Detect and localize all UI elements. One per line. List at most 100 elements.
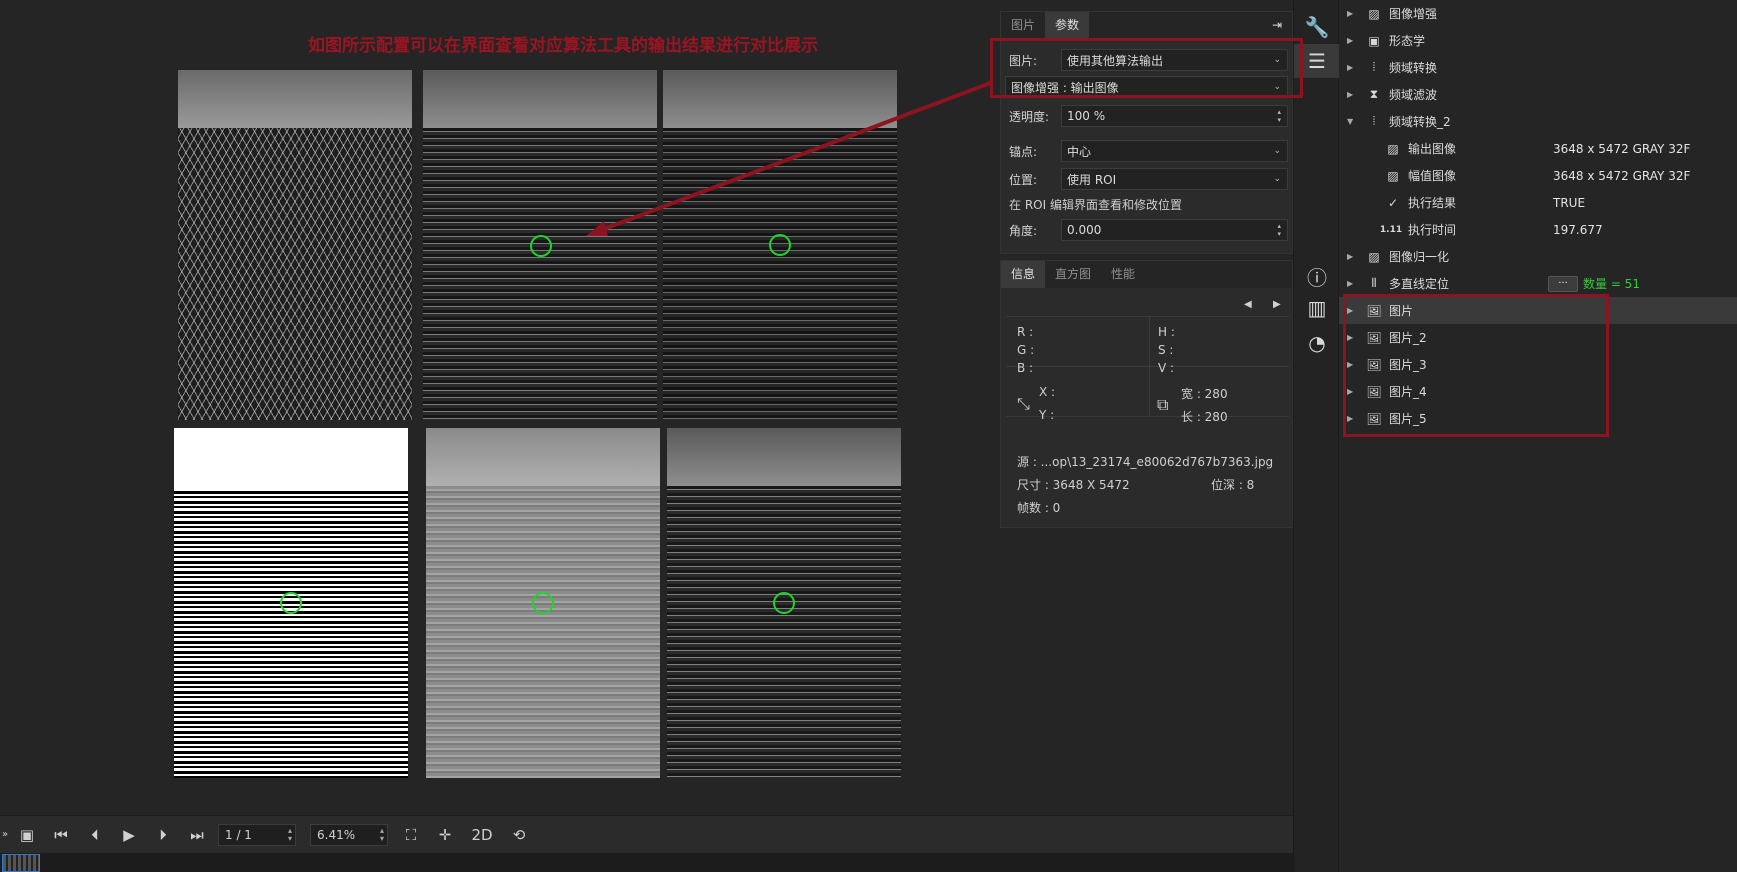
- tree-item-output-image[interactable]: ▨ 输出图像 3648 x 5472 GRAY 32F: [1339, 135, 1737, 162]
- v-label: V :: [1158, 361, 1175, 375]
- tree-item-morphology[interactable]: ▶ ▣ 形态学: [1339, 27, 1737, 54]
- image-tile-frequency-output[interactable]: [423, 70, 657, 420]
- image-enhance-icon: ▨: [1368, 6, 1380, 21]
- info-icon[interactable]: ⓘ: [1294, 259, 1340, 293]
- play-icon[interactable]: ▶: [112, 820, 146, 850]
- next-arrow-icon[interactable]: ▶: [1273, 299, 1281, 310]
- tree-item-picture-5[interactable]: ▶ 🖼 图片_5: [1339, 405, 1737, 432]
- images-icon[interactable]: ▣: [10, 820, 44, 850]
- tree-item-magnitude-image[interactable]: ▨ 幅值图像 3648 x 5472 GRAY 32F: [1339, 162, 1737, 189]
- x-label: X :: [1039, 385, 1056, 399]
- exec-result-value: TRUE: [1553, 195, 1586, 210]
- prev-arrow-icon[interactable]: ◀: [1244, 299, 1252, 310]
- expand-arrow-icon[interactable]: ▶: [1347, 36, 1357, 45]
- next-icon[interactable]: ⏵: [146, 820, 180, 850]
- count-badge: 数量 = 51: [1583, 277, 1640, 291]
- image-source-select[interactable]: 使用其他算法输出 ⌄: [1061, 49, 1288, 71]
- image-viewer[interactable]: 如图所示配置可以在界面查看对应算法工具的输出结果进行对比展示: [0, 0, 1000, 815]
- freq-transform-icon: ⦙: [1372, 114, 1376, 128]
- expand-arrow-icon[interactable]: ▶: [1347, 63, 1357, 72]
- output-source-select[interactable]: 图像增强 : 输出图像 ⌄: [1005, 76, 1288, 98]
- gauge-icon[interactable]: ◔: [1294, 326, 1340, 360]
- tree-item-multi-line[interactable]: ▶ ⦀ 多直线定位 ··· 数量 = 51: [1339, 270, 1737, 297]
- expand-arrow-icon[interactable]: ▶: [1347, 387, 1357, 396]
- tree-item-freq-transform-2[interactable]: ▼ ⦙ 频域转换_2: [1339, 108, 1737, 135]
- roi-circle[interactable]: [530, 235, 552, 257]
- opacity-input[interactable]: 100 % ▴ ▾: [1061, 105, 1288, 127]
- tree-item-picture-2[interactable]: ▶ 🖼 图片_2: [1339, 324, 1737, 351]
- last-icon[interactable]: ⏭: [180, 820, 214, 850]
- h-label: H :: [1158, 325, 1175, 339]
- tab-params[interactable]: 参数: [1045, 12, 1090, 39]
- filmstrip-thumb[interactable]: [2, 854, 40, 872]
- image-tile-original[interactable]: [178, 70, 412, 420]
- opacity-spinner[interactable]: ▴ ▾: [1277, 108, 1281, 124]
- prev-icon[interactable]: ⏴: [78, 820, 112, 850]
- zoom-spinner[interactable]: ▴ ▾: [380, 826, 387, 843]
- crosshair-icon[interactable]: ✛: [428, 820, 462, 850]
- roi-circle[interactable]: [769, 234, 791, 256]
- expand-arrow-icon[interactable]: ▶: [1347, 252, 1357, 261]
- image-tile-binary[interactable]: [174, 428, 408, 778]
- angle-input[interactable]: 0.000 ▴ ▾: [1061, 219, 1288, 241]
- pin-icon[interactable]: ⇥: [1272, 12, 1292, 39]
- zoom-field[interactable]: 6.41% ▴ ▾: [310, 823, 388, 846]
- image-tile-gradient[interactable]: [426, 428, 660, 778]
- tab-performance[interactable]: 性能: [1101, 261, 1145, 288]
- sliders-icon[interactable]: ☰: [1294, 44, 1340, 78]
- collapse-icon[interactable]: »: [0, 820, 10, 850]
- normalize-icon: ▨: [1368, 249, 1380, 264]
- bit-depth: 位深 : 8: [1211, 478, 1255, 492]
- roi-circle[interactable]: [773, 592, 795, 614]
- expand-arrow-icon[interactable]: ▶: [1347, 279, 1357, 288]
- picture-icon: 🖼: [1366, 330, 1382, 345]
- page-spinner[interactable]: ▴ ▾: [288, 826, 295, 843]
- tree-item-picture-4[interactable]: ▶ 🖼 图片_4: [1339, 378, 1737, 405]
- chevron-down-icon: ⌄: [1273, 146, 1281, 156]
- morphology-icon: ▣: [1368, 33, 1380, 48]
- tree-item-freq-transform[interactable]: ▶ ⦙ 频域转换: [1339, 54, 1737, 81]
- expand-arrow-icon[interactable]: ▶: [1347, 9, 1357, 18]
- tree-item-normalize[interactable]: ▶ ▨ 图像归一化: [1339, 243, 1737, 270]
- more-button[interactable]: ···: [1548, 275, 1578, 292]
- expand-arrow-icon[interactable]: ▶: [1347, 414, 1357, 423]
- expand-arrow-icon[interactable]: ▶: [1347, 90, 1357, 99]
- page-field[interactable]: 1 / 1 ▴ ▾: [218, 823, 296, 846]
- mode-2d-button[interactable]: 2D: [462, 820, 502, 850]
- image-tile-enhance[interactable]: [667, 428, 901, 778]
- image-icon: ▨: [1387, 141, 1399, 156]
- s-label: S :: [1158, 343, 1174, 357]
- tab-image[interactable]: 图片: [1001, 12, 1045, 39]
- image-tile-frequency-2-output[interactable]: [663, 70, 897, 420]
- fit-icon[interactable]: ⛶: [394, 820, 428, 850]
- position-select[interactable]: 使用 ROI ⌄: [1061, 168, 1288, 190]
- picture-icon: 🖼: [1366, 303, 1382, 318]
- page-value: 1 / 1: [225, 827, 252, 842]
- magnitude-image-value: 3648 x 5472 GRAY 32F: [1553, 168, 1691, 183]
- output-image-value: 3648 x 5472 GRAY 32F: [1553, 141, 1691, 156]
- anchor-select[interactable]: 中心 ⌄: [1061, 140, 1288, 162]
- roi-circle[interactable]: [280, 592, 302, 614]
- expand-arrow-icon[interactable]: ▶: [1347, 360, 1357, 369]
- tree-item-freq-filter[interactable]: ▶ ⧗ 频域滤波: [1339, 81, 1737, 108]
- expand-arrow-icon[interactable]: ▶: [1347, 333, 1357, 342]
- frame-count: 帧数 : 0: [1017, 501, 1061, 515]
- tree-item-exec-result[interactable]: ✓ 执行结果 TRUE: [1339, 189, 1737, 216]
- histogram-icon[interactable]: ▥: [1294, 291, 1340, 325]
- angle-spinner[interactable]: ▴ ▾: [1277, 222, 1281, 238]
- expand-arrow-icon[interactable]: ▶: [1347, 306, 1357, 315]
- tree-item-picture-3[interactable]: ▶ 🖼 图片_3: [1339, 351, 1737, 378]
- tab-info[interactable]: 信息: [1001, 261, 1046, 288]
- wrench-icon[interactable]: 🔧: [1294, 10, 1340, 44]
- tab-histogram[interactable]: 直方图: [1045, 261, 1101, 288]
- tree-item-image-enhance[interactable]: ▶ ▨ 图像增强: [1339, 0, 1737, 27]
- tree-item-exec-time[interactable]: 1.11 执行时间 197.677: [1339, 216, 1737, 243]
- roi-height: 长 : 280: [1181, 410, 1228, 424]
- chevron-down-icon: ⌄: [1273, 55, 1281, 65]
- tree-item-picture[interactable]: ▶ 🖼 图片: [1339, 297, 1737, 324]
- collapse-arrow-icon[interactable]: ▼: [1347, 117, 1357, 126]
- refresh-icon[interactable]: ⟲: [502, 820, 536, 850]
- freq-transform-icon: ⦙: [1372, 60, 1376, 74]
- first-icon[interactable]: ⏮: [44, 820, 78, 850]
- roi-circle[interactable]: [532, 592, 554, 614]
